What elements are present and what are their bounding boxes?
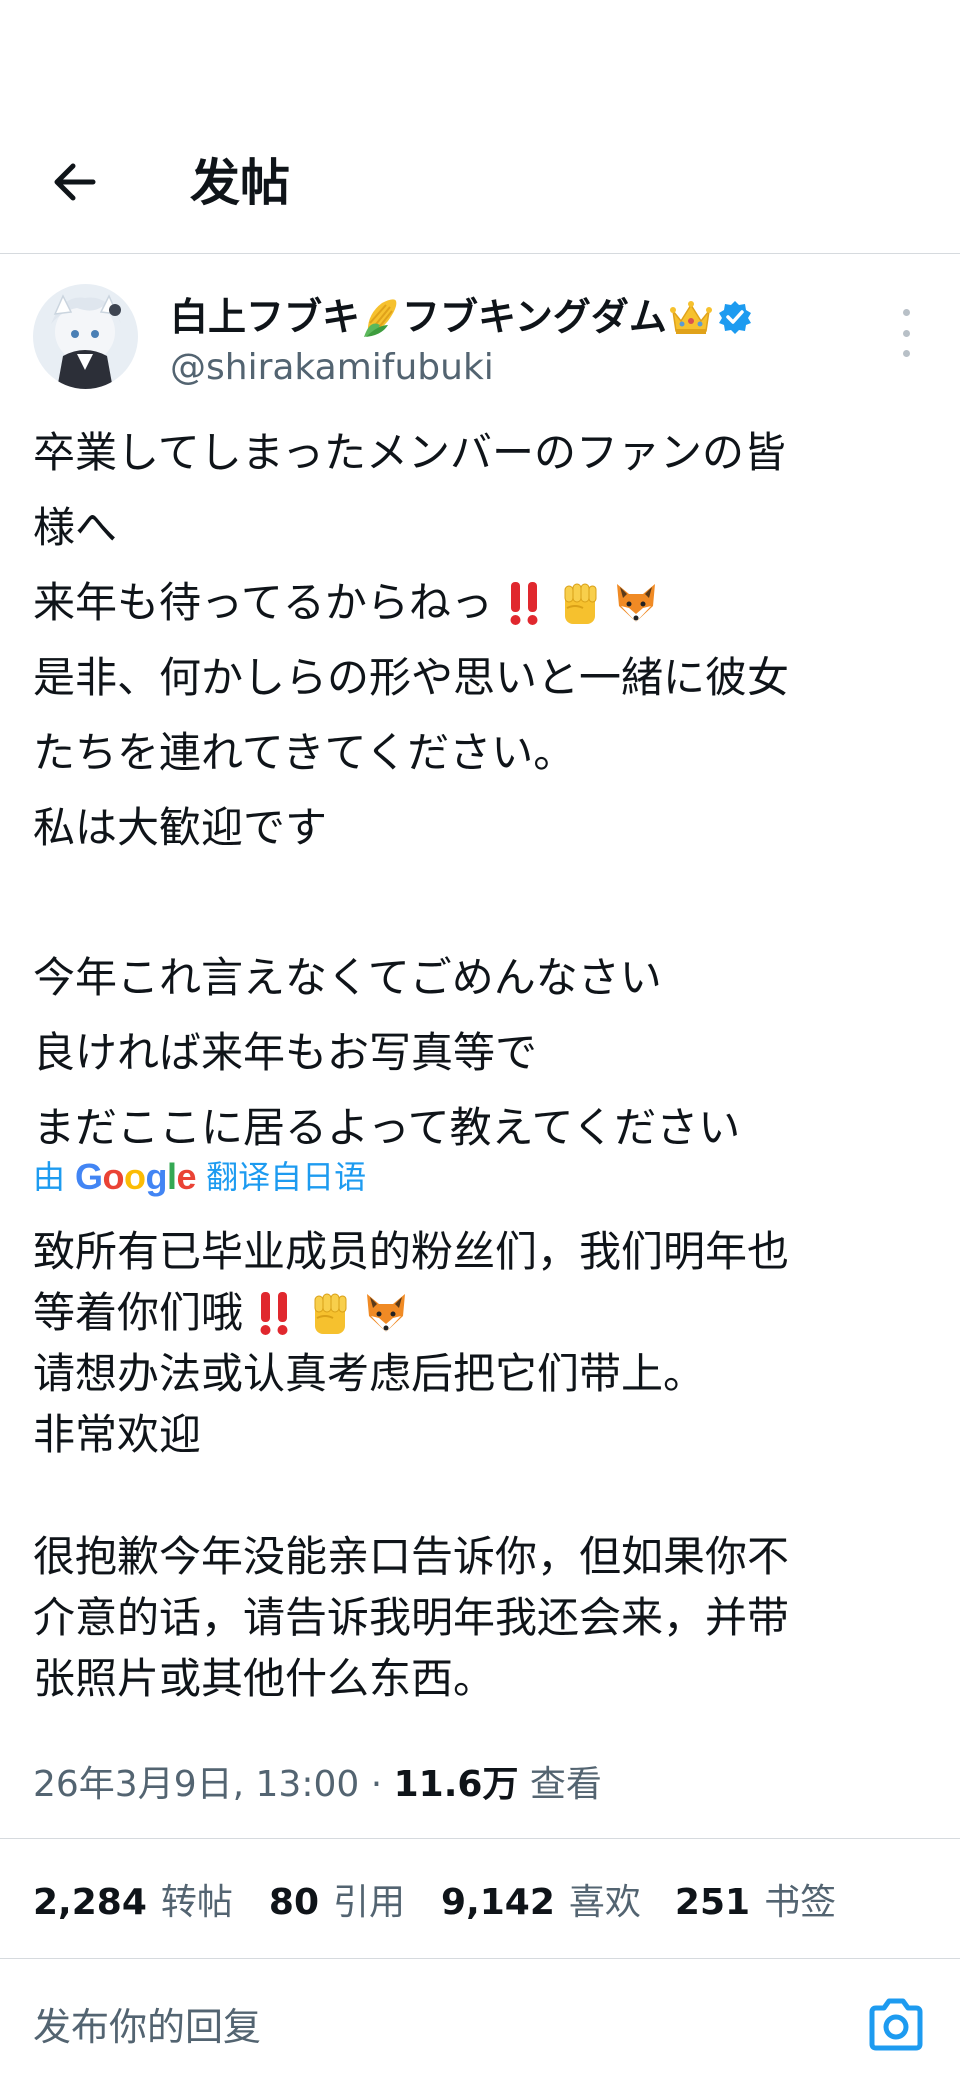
crown-emoji-icon [669,297,713,337]
text-line: 很抱歉今年没能亲口告诉你，但如果你不 [33,1526,933,1587]
corn-emoji-icon [362,295,400,339]
back-arrow-icon[interactable] [46,154,102,210]
raised-fist-emoji-icon [555,578,605,628]
text-line-content: まだここに居るよって教えてください [33,1103,741,1152]
text-line: まだここに居るよって教えてください [33,1090,933,1165]
translation-attribution[interactable]: 由 Google 翻译自日语 [33,1155,366,1199]
text-line-content: 致所有已毕业成员的粉丝们，我们明年也 [33,1227,790,1276]
quote-label: 引用 [333,1881,406,1923]
repost-number: 2,284 [33,1881,147,1923]
meta-separator: · [370,1764,383,1805]
text-line-content: 今年これ言えなくてごめんなさい [33,953,662,1002]
text-line: たちを連れてきてください。 [33,715,933,790]
text-line-content: 等着你们哦 [33,1288,244,1337]
translation-prefix: 由 [33,1158,66,1196]
text-line: 様へ [33,490,933,565]
text-line: 来年も待ってるからねっ [33,565,933,640]
reply-input[interactable]: 发布你的回复 [33,2002,261,2052]
like-count[interactable]: 9,142 喜欢 [441,1873,641,1925]
google-logo: Google [75,1156,197,1197]
text-line-content: 请想办法或认真考虑后把它们带上。 [33,1349,706,1398]
quote-number: 80 [268,1881,319,1923]
like-number: 9,142 [441,1881,555,1923]
avatar[interactable] [33,284,138,389]
double-exclamation-emoji-icon [499,578,549,628]
text-line: 良ければ来年もお写真等で [33,1015,933,1090]
top-bar: 发帖 [0,0,960,254]
fox-emoji-icon [611,578,661,628]
text-line-content: 很抱歉今年没能亲口告诉你，但如果你不 [33,1532,790,1581]
post-timestamp[interactable]: 26年3月9日, 13:00 [33,1764,359,1805]
translation-source: 翻译自日语 [206,1158,367,1196]
translated-text: 致所有已毕业成员的粉丝们，我们明年也 等着你们哦 请想办法或认真考虑后把它们带上… [33,1221,933,1709]
quote-count[interactable]: 80 引用 [269,1873,405,1925]
bookmark-number: 251 [674,1881,751,1923]
author-handle[interactable]: @shirakamifubuki [170,346,494,390]
text-line-content: 私は大歓迎です [33,803,328,852]
text-line-content: 良ければ来年もお写真等で [33,1028,538,1077]
repost-label: 转帖 [160,1881,233,1923]
text-line: 是非、何かしらの形や思いと一緒に彼女 [33,640,933,715]
text-line: 非常欢迎 [33,1404,933,1465]
verified-badge-icon [717,299,753,335]
text-line: 今年これ言えなくてごめんなさい [33,940,933,1015]
tweet-text: 卒業してしまったメンバーのファンの皆 様へ 来年も待ってるからねっ 是非、何かし… [33,415,933,1165]
text-line: 卒業してしまったメンバーのファンの皆 [33,415,933,490]
text-line-content: 来年も待ってるからねっ [33,578,493,627]
view-label: 查看 [529,1764,602,1805]
text-line: 等着你们哦 [33,1282,933,1343]
bookmark-label: 书签 [764,1881,837,1923]
text-line-content: 张照片或其他什么东西。 [33,1654,496,1703]
more-options-icon[interactable] [888,309,924,357]
text-line-content: 様へ [33,503,118,552]
text-line: 致所有已毕业成员的粉丝们，我们明年也 [33,1221,933,1282]
bookmark-count[interactable]: 251 书签 [675,1873,836,1925]
engagement-stats: 2,284 转帖 80 引用 9,142 喜欢 251 书签 [0,1838,960,1959]
camera-icon[interactable] [866,1998,926,2052]
text-line: 请想办法或认真考虑后把它们带上。 [33,1343,933,1404]
text-line-content: 介意的话，请告诉我明年我还会来，并带 [33,1593,790,1642]
display-name-text-2: フブキングダム [402,295,667,339]
tweet-author: 白上フブキ フブキングダム @shirakamifubuki [0,253,960,403]
fox-emoji-icon [361,1288,411,1338]
text-line-content: 卒業してしまったメンバーのファンの皆 [33,428,787,477]
text-line-content: 是非、何かしらの形や思いと一緒に彼女 [33,653,790,702]
text-line-content: 非常欢迎 [33,1410,202,1459]
tweet-meta: 26年3月9日, 13:00 · 11.6万 查看 [33,1757,602,1813]
author-display-name[interactable]: 白上フブキ フブキングダム [170,293,755,341]
text-line: 张照片或其他什么东西。 [33,1648,933,1709]
text-line-content: たちを連れてきてください。 [33,728,576,777]
repost-count[interactable]: 2,284 转帖 [33,1873,233,1925]
raised-fist-emoji-icon [305,1288,355,1338]
double-exclamation-emoji-icon [249,1288,299,1338]
like-label: 喜欢 [568,1881,641,1923]
text-line: 介意的话，请告诉我明年我还会来，并带 [33,1587,933,1648]
page-title: 发帖 [190,154,290,212]
text-line: 私は大歓迎です [33,790,933,865]
reply-composer: 发布你的回复 [0,1958,960,2092]
view-count: 11.6万 [393,1764,519,1805]
display-name-text: 白上フブキ [170,295,361,339]
